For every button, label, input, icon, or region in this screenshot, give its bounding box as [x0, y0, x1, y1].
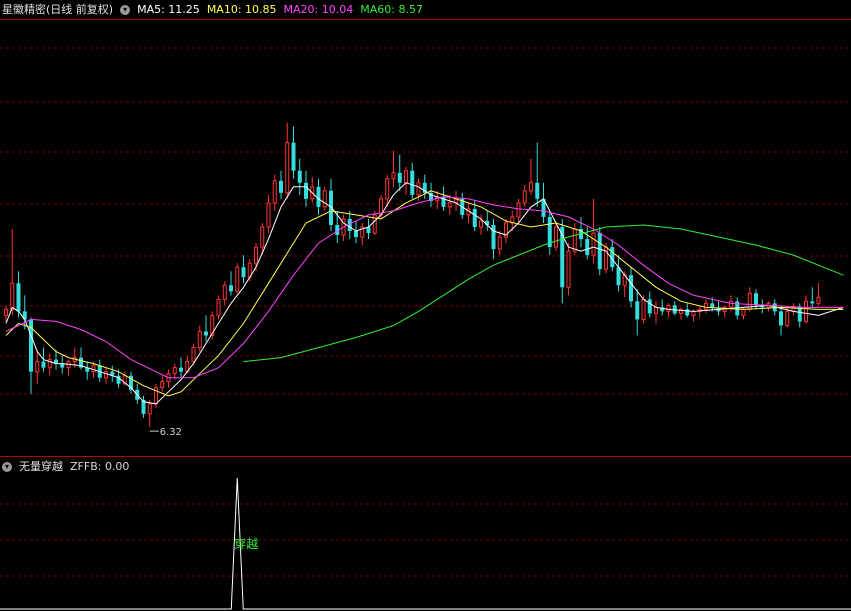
candle-body: [641, 298, 646, 320]
candle-body: [754, 293, 758, 306]
candle-body: [241, 267, 246, 278]
candle-body: [666, 304, 671, 312]
candle-body: [354, 231, 358, 238]
candle-body: [285, 142, 290, 194]
candle-body: [297, 170, 302, 183]
candle-body: [741, 308, 746, 316]
candle-body: [797, 307, 802, 322]
candle-body: [554, 226, 558, 248]
zffb-label: ZFFB: 0.00: [70, 460, 130, 473]
candle-body: [635, 301, 640, 320]
ma10-line: [5, 190, 844, 397]
candle-body: [691, 310, 696, 316]
candle-body: [172, 367, 177, 375]
candle-body: [810, 301, 815, 304]
candle-body: [629, 275, 633, 302]
candle-body: [572, 228, 577, 252]
candle-body: [685, 309, 690, 316]
candle-body: [535, 182, 540, 199]
candle-body: [491, 224, 496, 250]
candle-body: [179, 367, 183, 372]
candle-body: [229, 285, 233, 292]
candle-body: [385, 178, 390, 200]
sub-title: 无量穿越: [19, 460, 63, 473]
candle-body: [197, 330, 202, 349]
candle-body: [266, 202, 271, 228]
candle-body: [654, 306, 658, 314]
candle-body: [816, 296, 821, 304]
candle-body: [254, 246, 258, 264]
ma60-line: [243, 224, 844, 363]
candle-body: [397, 172, 402, 183]
candle-body: [529, 182, 533, 192]
candle-body: [322, 190, 327, 208]
sub-legend: ▾ 无量穿越 ZFFB: 0.00: [2, 458, 136, 476]
sub-indicator-plot: 穿越: [0, 477, 851, 610]
candle-body: [404, 170, 408, 184]
ma20-label: MA20: 10.04: [283, 3, 354, 16]
ma60-label: MA60: 8.57: [360, 3, 423, 16]
low-price-marker: 6.32: [149, 427, 182, 438]
candle-body: [597, 233, 602, 270]
candle-body: [204, 331, 208, 336]
candle-body: [235, 266, 240, 292]
candle-body: [222, 284, 227, 300]
candle-body: [41, 361, 46, 368]
candle-body: [779, 311, 783, 326]
candle-body: [616, 267, 621, 286]
main-title: 星徽精密(日线 前复权): [2, 3, 114, 16]
candle-body: [35, 361, 40, 373]
candle-body: [104, 371, 108, 379]
candle-body: [16, 283, 21, 312]
candle-body: [10, 282, 15, 310]
candle-body: [585, 239, 590, 256]
candle-body: [304, 182, 308, 199]
candle-body: [260, 226, 265, 248]
candle-body: [479, 220, 483, 228]
candle-body: [416, 182, 421, 196]
candle-body: [516, 202, 521, 218]
chevron-down-icon[interactable]: ▾: [2, 461, 12, 472]
moving-average-lines: [5, 182, 844, 405]
candle-body: [216, 298, 221, 316]
candle-body: [729, 300, 733, 308]
candle-body: [160, 381, 165, 389]
candle-body: [91, 365, 96, 373]
ma20-line: [5, 196, 844, 379]
main-legend: 星徽精密(日线 前复权) ▾ MA5: 11.25 MA10: 10.85 MA20: …: [2, 1, 430, 19]
candle-body: [566, 250, 571, 288]
candle-body: [316, 186, 321, 207]
zffb-line: [0, 477, 851, 610]
candle-body: [704, 302, 708, 310]
candle-body: [4, 308, 8, 316]
grid-lines: [0, 19, 851, 577]
candle-body: [647, 299, 652, 314]
spike-label: 穿越: [234, 536, 258, 551]
candle-body: [191, 347, 196, 363]
candle-body: [447, 202, 452, 208]
candle-body: [410, 170, 415, 195]
candle-body: [147, 403, 152, 415]
candle-body: [291, 142, 296, 171]
low-marker-label: 6.32: [160, 427, 182, 438]
candle-body: [472, 208, 477, 227]
candle-body: [272, 180, 277, 204]
candle-body: [279, 180, 283, 193]
candle-body: [785, 310, 790, 326]
candle-body: [522, 190, 527, 204]
chevron-down-icon[interactable]: ▾: [120, 4, 131, 15]
candlesticks: [4, 122, 821, 428]
candle-body: [391, 172, 396, 180]
candle-body: [591, 232, 596, 256]
ma10-label: MA10: 10.85: [206, 3, 277, 16]
candle-body: [804, 300, 808, 322]
ma5-label: MA5: 11.25: [137, 3, 200, 16]
candle-body: [710, 303, 715, 308]
kline-chart: 6.32 穿越: [0, 19, 851, 610]
ma5-line: [5, 182, 844, 405]
candle-body: [497, 236, 502, 250]
